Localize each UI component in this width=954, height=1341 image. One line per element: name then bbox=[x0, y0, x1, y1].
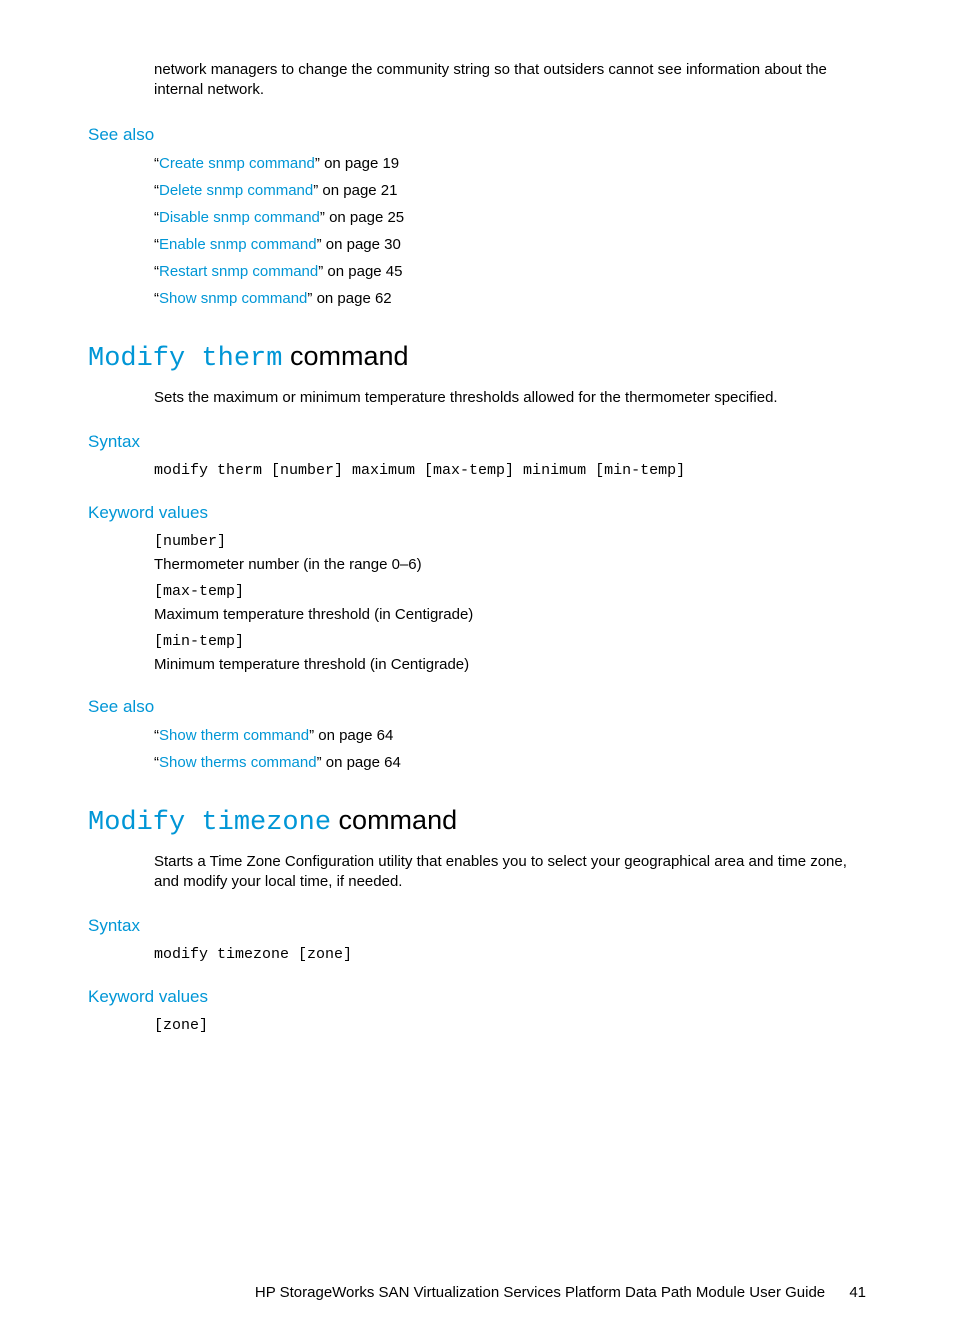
keyword-code: [zone] bbox=[154, 1017, 866, 1034]
see-also-heading: See also bbox=[88, 697, 866, 717]
see-also-item: “Restart snmp command” on page 45 bbox=[154, 263, 866, 280]
intro-paragraph: network managers to change the community… bbox=[88, 60, 866, 101]
see-also-heading: See also bbox=[88, 125, 866, 145]
heading-mono: Modify timezone bbox=[88, 808, 331, 838]
page-footer: HP StorageWorks SAN Virtualization Servi… bbox=[88, 1284, 866, 1301]
heading-word: command bbox=[331, 805, 457, 835]
section-description: Sets the maximum or minimum temperature … bbox=[88, 388, 866, 408]
see-also-list: “Show therm command” on page 64 “Show th… bbox=[88, 727, 866, 771]
syntax-heading: Syntax bbox=[88, 916, 866, 936]
keyword-code: [max-temp] bbox=[154, 583, 866, 600]
see-also-item: “Create snmp command” on page 19 bbox=[154, 155, 866, 172]
heading-word: command bbox=[282, 341, 408, 371]
document-page: network managers to change the community… bbox=[0, 0, 954, 1341]
keyword-desc: Thermometer number (in the range 0–6) bbox=[154, 556, 866, 573]
keyword-desc: Minimum temperature threshold (in Centig… bbox=[154, 656, 866, 673]
keyword-values-heading: Keyword values bbox=[88, 503, 866, 523]
keyword-values-block: [number] Thermometer number (in the rang… bbox=[88, 533, 866, 673]
page-ref: on page 64 bbox=[322, 754, 401, 771]
footer-page-number: 41 bbox=[849, 1284, 866, 1301]
section-heading-modify-therm: Modify therm command bbox=[88, 341, 866, 374]
link-delete-snmp[interactable]: Delete snmp command bbox=[159, 182, 313, 199]
see-also-item: “Disable snmp command” on page 25 bbox=[154, 209, 866, 226]
footer-title: HP StorageWorks SAN Virtualization Servi… bbox=[255, 1284, 825, 1301]
keyword-code: [min-temp] bbox=[154, 633, 866, 650]
syntax-code: modify therm [number] maximum [max-temp]… bbox=[88, 462, 866, 479]
link-show-therms[interactable]: Show therms command bbox=[159, 754, 317, 771]
see-also-list: “Create snmp command” on page 19 “Delete… bbox=[88, 155, 866, 307]
link-enable-snmp[interactable]: Enable snmp command bbox=[159, 236, 317, 253]
see-also-item: “Delete snmp command” on page 21 bbox=[154, 182, 866, 199]
syntax-code: modify timezone [zone] bbox=[88, 946, 866, 963]
link-show-therm[interactable]: Show therm command bbox=[159, 727, 309, 744]
see-also-item: “Show snmp command” on page 62 bbox=[154, 290, 866, 307]
syntax-heading: Syntax bbox=[88, 432, 866, 452]
keyword-values-block: [zone] bbox=[88, 1017, 866, 1034]
page-ref: on page 64 bbox=[314, 727, 393, 744]
page-ref: on page 21 bbox=[318, 182, 397, 199]
page-ref: on page 25 bbox=[325, 209, 404, 226]
keyword-desc: Maximum temperature threshold (in Centig… bbox=[154, 606, 866, 623]
heading-mono: Modify therm bbox=[88, 344, 282, 374]
keyword-values-heading: Keyword values bbox=[88, 987, 866, 1007]
keyword-code: [number] bbox=[154, 533, 866, 550]
link-create-snmp[interactable]: Create snmp command bbox=[159, 155, 315, 172]
section-description: Starts a Time Zone Configuration utility… bbox=[88, 852, 866, 893]
page-ref: on page 62 bbox=[312, 290, 391, 307]
link-restart-snmp[interactable]: Restart snmp command bbox=[159, 263, 318, 280]
see-also-item: “Enable snmp command” on page 30 bbox=[154, 236, 866, 253]
page-ref: on page 19 bbox=[320, 155, 399, 172]
see-also-item: “Show therms command” on page 64 bbox=[154, 754, 866, 771]
see-also-item: “Show therm command” on page 64 bbox=[154, 727, 866, 744]
section-heading-modify-timezone: Modify timezone command bbox=[88, 805, 866, 838]
page-ref: on page 30 bbox=[322, 236, 401, 253]
link-disable-snmp[interactable]: Disable snmp command bbox=[159, 209, 320, 226]
link-show-snmp[interactable]: Show snmp command bbox=[159, 290, 307, 307]
page-ref: on page 45 bbox=[323, 263, 402, 280]
